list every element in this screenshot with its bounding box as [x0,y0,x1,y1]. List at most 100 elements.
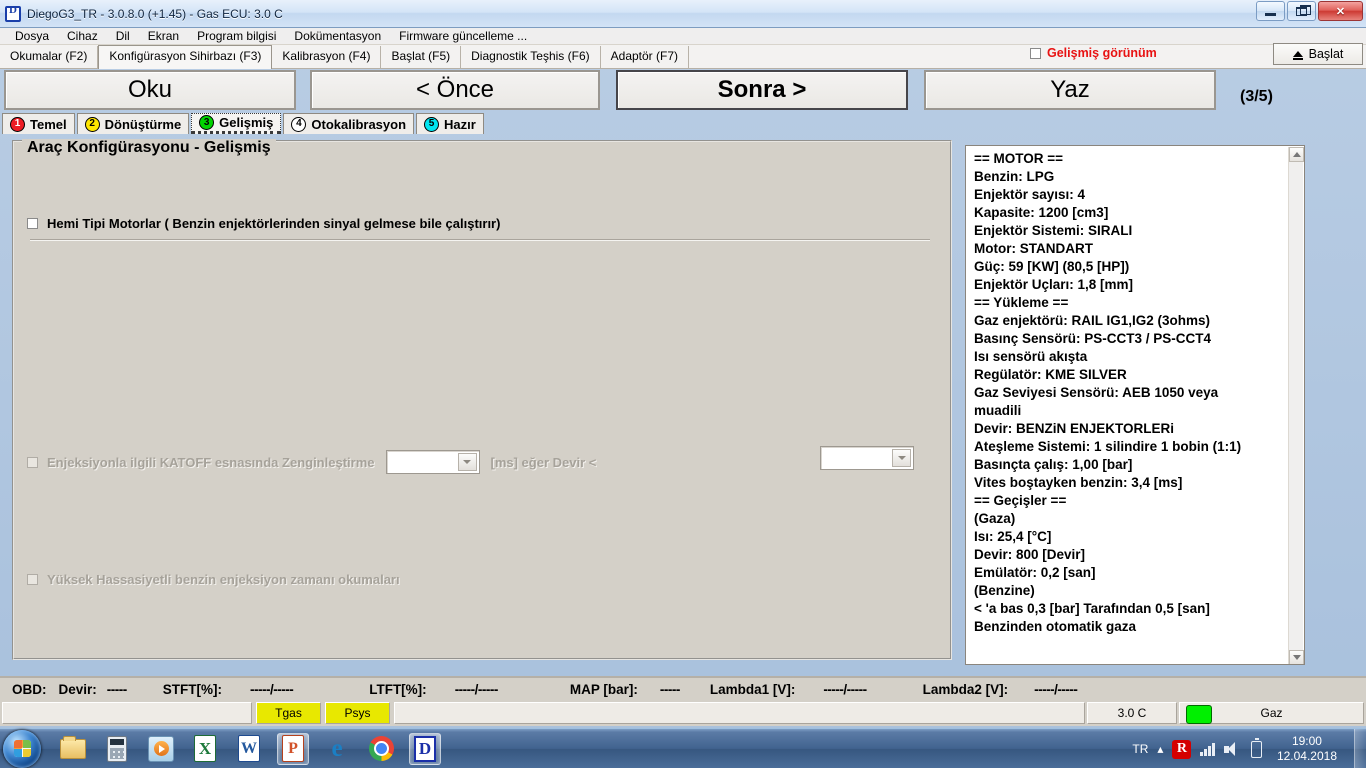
taskbar-items: X W P e D [57,732,441,765]
taskbar-item-word[interactable]: W [233,733,265,765]
menu-item-program-bilgisi[interactable]: Program bilgisi [188,28,285,44]
psys-indicator[interactable]: Psys [325,702,390,724]
diego-icon: D [414,735,436,762]
step-tab-otokalibrasyon[interactable]: 4 Otokalibrasyon [283,113,415,134]
close-icon[interactable]: ✕ [1318,1,1363,21]
lambda1-label: Lambda1 [V]: [709,681,796,697]
menu-item-dil[interactable]: Dil [107,28,139,44]
calculator-icon [107,735,127,762]
advanced-view-checkbox-box[interactable] [1030,47,1041,59]
start-connection-label: Başlat [1308,47,1344,61]
step-tab-donusturme[interactable]: 2 Dönüştürme [76,113,190,134]
vehicle-summary-line: Isı sensörü akışta [974,349,1088,364]
vehicle-summary-line: Regülatör: KME SILVER [974,367,1127,382]
ltft-value: -----/----- [454,681,499,697]
tab-kalibrasyon[interactable]: Kalibrasyon (F4) [272,46,382,68]
wizard-step-tabs: 1 Temel 2 Dönüştürme 3 Gelişmiş 4 Otokal… [2,112,1364,134]
avira-icon[interactable]: R [1172,739,1192,759]
window-controls: ✕ [1256,1,1363,21]
vehicle-summary-line: < 'a bas 0,3 [bar] Tarafından 0,5 [san] [974,601,1210,616]
stft-value: -----/----- [249,681,294,697]
vertical-scrollbar[interactable] [1288,147,1304,664]
vehicle-summary-line: Gaz Seviyesi Sensörü: AEB 1050 veya [974,385,1219,400]
menu-bar: Dosya Cihaz Dil Ekran Program bilgisi Do… [0,28,1366,45]
high-precision-row: Yüksek Hassasiyetli benzin enjeksiyon za… [27,572,400,587]
chevron-down-icon[interactable] [892,449,911,467]
step-badge-2: 2 [84,116,100,132]
tab-okumalar[interactable]: Okumalar (F2) [0,46,99,68]
katoff-ms-combobox[interactable] [385,450,480,474]
start-connection-button[interactable]: Başlat [1273,43,1363,65]
chevron-down-icon[interactable] [457,453,477,471]
taskbar-item-calculator[interactable] [101,733,133,765]
maximize-icon[interactable] [1287,1,1316,21]
fuel-mode-cell[interactable]: Gaz [1179,702,1364,724]
taskbar-item-internet-explorer[interactable]: e [321,733,353,765]
stft-label: STFT[%]: [162,681,222,697]
lambda1-value: -----/----- [823,681,867,697]
tab-baslat[interactable]: Başlat (F5) [381,46,462,68]
chrome-icon [368,736,394,761]
taskbar-item-media-player[interactable] [145,733,177,765]
katoff-mid-label: [ms] eğer Devir < [490,454,597,470]
menu-item-dokumentasyon[interactable]: Dokümentasyon [285,28,390,44]
taskbar-item-explorer[interactable] [57,733,89,765]
katoff-enrichment-row: Enjeksiyonla ilgili KATOFF esnasında Zen… [27,450,596,474]
write-button[interactable]: Yaz [924,70,1216,110]
step-tab-gelismis[interactable]: 3 Gelişmiş [191,113,282,134]
menu-item-dosya[interactable]: Dosya [6,28,58,44]
scroll-up-icon[interactable] [1289,147,1304,162]
hemi-engine-label: Hemi Tipi Motorlar ( Benzin enjektörleri… [47,216,501,231]
tab-konfigurasyon-sihirbazi[interactable]: Konfigürasyon Sihirbazı (F3) [98,45,273,69]
hemi-engine-checkbox[interactable] [27,218,38,229]
scroll-down-icon[interactable] [1289,650,1304,664]
vehicle-summary-line: Ateşleme Sistemi: 1 silindire 1 bobin (1… [974,439,1242,454]
vehicle-summary-line: muadili [974,403,1022,418]
menu-item-firmware-guncelleme[interactable]: Firmware güncelleme ... [390,28,536,44]
taskbar-item-diego[interactable]: D [409,732,441,765]
obd-label: OBD: [12,681,47,697]
vehicle-summary-line: Enjektör sayısı: 4 [974,187,1086,202]
taskbar-item-chrome[interactable] [365,733,397,765]
clock[interactable]: 19:00 12.04.2018 [1271,734,1343,764]
step-badge-1: 1 [10,116,25,132]
advanced-view-checkbox[interactable]: Gelişmiş görünüm [1030,46,1157,60]
groupbox-title: Araç Konfigürasyonu - Gelişmiş [22,139,276,157]
taskbar-item-powerpoint[interactable]: P [277,732,309,765]
ecu-version-cell: 3.0 C [1087,702,1177,724]
windows-flag-icon [13,740,31,757]
vehicle-summary-line: == MOTOR == [974,151,1064,166]
read-button[interactable]: Oku [4,70,296,110]
battery-icon[interactable] [1250,737,1262,758]
window-title: DiegoG3_TR - 3.0.8.0 (+1.45) - Gas ECU: … [27,6,283,21]
menu-item-cihaz[interactable]: Cihaz [58,28,107,44]
minimize-icon[interactable] [1256,1,1285,21]
menu-item-ekran[interactable]: Ekran [139,28,188,44]
step-tab-temel[interactable]: 1 Temel [2,113,75,134]
step-badge-3: 3 [199,115,215,130]
tab-adaptor[interactable]: Adaptör (F7) [601,46,689,68]
katoff-rpm-combobox[interactable] [820,446,914,470]
signal-bars-icon[interactable] [1200,742,1215,756]
speaker-icon[interactable] [1223,741,1242,757]
vehicle-summary-line: Benzinden otomatik gaza [974,619,1137,634]
hemi-engine-checkbox-row[interactable]: Hemi Tipi Motorlar ( Benzin enjektörleri… [27,216,500,231]
taskbar-item-excel[interactable]: X [189,733,221,765]
previous-button[interactable]: < Önce [310,70,600,110]
function-tab-strip: Okumalar (F2) Konfigürasyon Sihirbazı (F… [0,45,1366,69]
step-tab-gelismis-label: Gelişmiş [219,115,274,130]
show-desktop-button[interactable] [1354,729,1366,768]
chevron-up-icon[interactable]: ▴ [1157,742,1163,756]
windows-start-orb[interactable] [3,729,41,768]
clock-time: 19:00 [1291,734,1322,748]
word-icon: W [238,735,260,762]
fuel-mode-label: Gaz [1260,706,1283,720]
next-button[interactable]: Sonra > [616,70,908,110]
tgas-indicator[interactable]: Tgas [256,702,321,724]
vehicle-summary-line: Kapasite: 1200 [cm3] [974,205,1109,220]
tab-diagnostik-teshis[interactable]: Diagnostik Teşhis (F6) [461,46,601,68]
language-indicator[interactable]: TR [1132,742,1148,756]
high-precision-checkbox[interactable] [27,574,38,585]
katoff-enrichment-checkbox[interactable] [27,456,38,468]
step-tab-hazir[interactable]: 5 Hazır [416,113,484,134]
